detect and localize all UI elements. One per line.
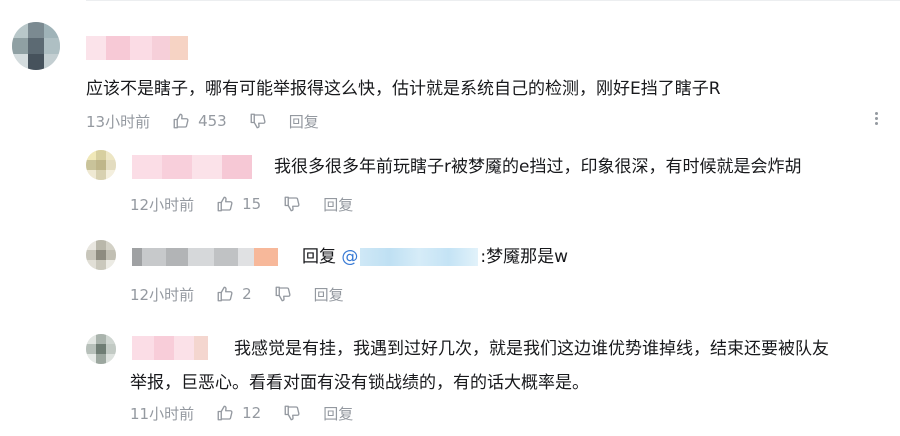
mention-link[interactable]: @ [341,247,480,267]
like-button[interactable]: 2 [216,285,252,303]
reply-text: 我很多很多年前玩瞎子r被梦魇的e挡过，印象很深，有时候就是会炸胡 [274,157,802,177]
thumb-up-icon [217,286,233,302]
like-button[interactable]: 453 [172,112,227,130]
avatar[interactable] [12,22,60,70]
top-divider [86,0,900,1]
thumb-down-icon [284,405,300,421]
reply-button[interactable]: 回复 [323,403,353,424]
more-vertical-icon[interactable] [868,110,884,130]
reply-button[interactable]: 回复 [289,111,319,132]
reply-button[interactable]: 回复 [314,284,344,305]
thumb-down-icon [250,113,266,129]
username-blurred[interactable] [132,248,278,266]
dislike-button[interactable] [283,195,301,213]
comment-time: 12小时前 [130,285,195,304]
avatar[interactable] [86,240,116,270]
thumb-up-icon [173,113,189,129]
like-button[interactable]: 12 [216,404,261,422]
comment-time: 13小时前 [86,112,151,131]
username-blurred[interactable] [132,336,208,360]
reply-button[interactable]: 回复 [323,194,353,215]
comment-actions: 12小时前 2 回复 [130,284,344,304]
like-button[interactable]: 15 [216,195,261,213]
reply-text-line: 我感觉是有挂，我遇到过好几次，就是我们这边谁优势谁掉线，结束还要被队友 [234,339,829,359]
thumb-up-icon [217,196,233,212]
comment-actions: 11小时前 12 回复 [130,403,353,423]
mention-name-blurred [360,248,479,266]
comment-actions: 13小时前 453 回复 [86,111,319,131]
reply-text-line: 举报，巨恶心。看看对面有没有锁战绩的，有的话大概率是。 [130,373,589,393]
mention-at: @ [341,247,359,267]
like-count: 453 [198,112,227,130]
like-count: 15 [242,195,262,213]
dislike-button[interactable] [283,404,301,422]
reply-text: 回复 @ :梦魇那是w [302,242,568,272]
dislike-button[interactable] [274,285,292,303]
avatar[interactable] [86,334,116,364]
like-count: 12 [242,404,262,422]
comment-actions: 12小时前 15 回复 [130,194,353,214]
thumb-down-icon [284,196,300,212]
reply-prefix: 回复 [302,247,336,267]
like-count: 2 [242,285,252,303]
avatar[interactable] [86,150,116,180]
thumb-down-icon [275,286,291,302]
username-blurred[interactable] [86,36,190,60]
dislike-button[interactable] [249,112,267,130]
username-blurred[interactable] [132,155,252,179]
comment-text: 应该不是瞎子，哪有可能举报得这么快，估计就是系统自己的检测，刚好E挡了瞎子R [86,79,721,99]
thumb-up-icon [217,405,233,421]
comment-time: 11小时前 [130,404,195,423]
comment-time: 12小时前 [130,195,195,214]
reply-body: :梦魇那是w [480,247,569,267]
